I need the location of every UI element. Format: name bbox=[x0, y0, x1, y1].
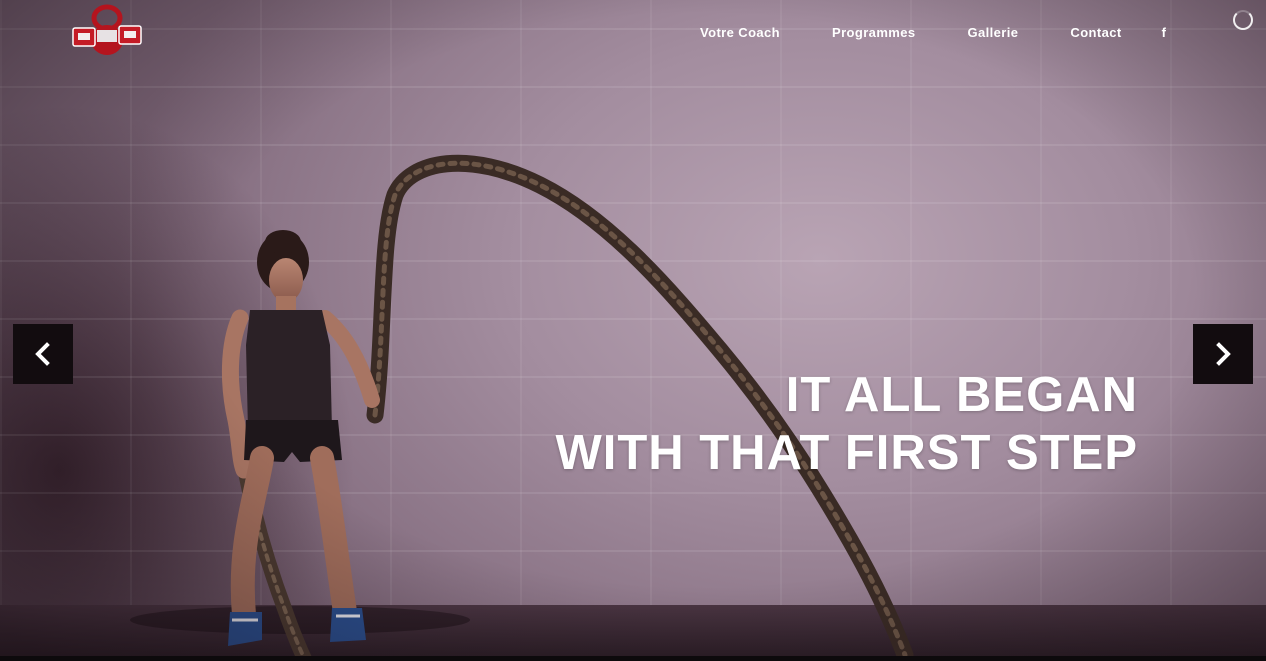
nav-programmes[interactable]: Programmes bbox=[832, 25, 915, 40]
hero-photo bbox=[130, 154, 914, 661]
main-nav: Votre Coach Programmes Gallerie Contact … bbox=[700, 22, 1218, 42]
loading-spinner-icon bbox=[1233, 10, 1253, 30]
site-logo[interactable] bbox=[70, 4, 144, 58]
bottom-edge bbox=[0, 656, 1266, 661]
hero-headline-line-2: WITH THAT FIRST STEP bbox=[555, 426, 1138, 480]
kettlebell-logo-icon bbox=[72, 4, 142, 55]
hero-headline-line-1: IT ALL BEGAN bbox=[785, 368, 1138, 422]
chevron-left-icon bbox=[35, 342, 50, 366]
athlete-figure bbox=[221, 230, 380, 646]
nav-contact[interactable]: Contact bbox=[1070, 25, 1121, 40]
facebook-icon[interactable]: f bbox=[1162, 25, 1167, 40]
chevron-right-icon bbox=[1216, 342, 1231, 366]
nav-votre-coach[interactable]: Votre Coach bbox=[700, 25, 780, 40]
hero-headline: IT ALL BEGAN WITH THAT FIRST STEP bbox=[555, 366, 1138, 482]
slider-next-button[interactable] bbox=[1193, 324, 1253, 384]
slider-prev-button[interactable] bbox=[13, 324, 73, 384]
hero-slider: Votre Coach Programmes Gallerie Contact … bbox=[0, 0, 1266, 661]
nav-gallerie[interactable]: Gallerie bbox=[968, 25, 1019, 40]
